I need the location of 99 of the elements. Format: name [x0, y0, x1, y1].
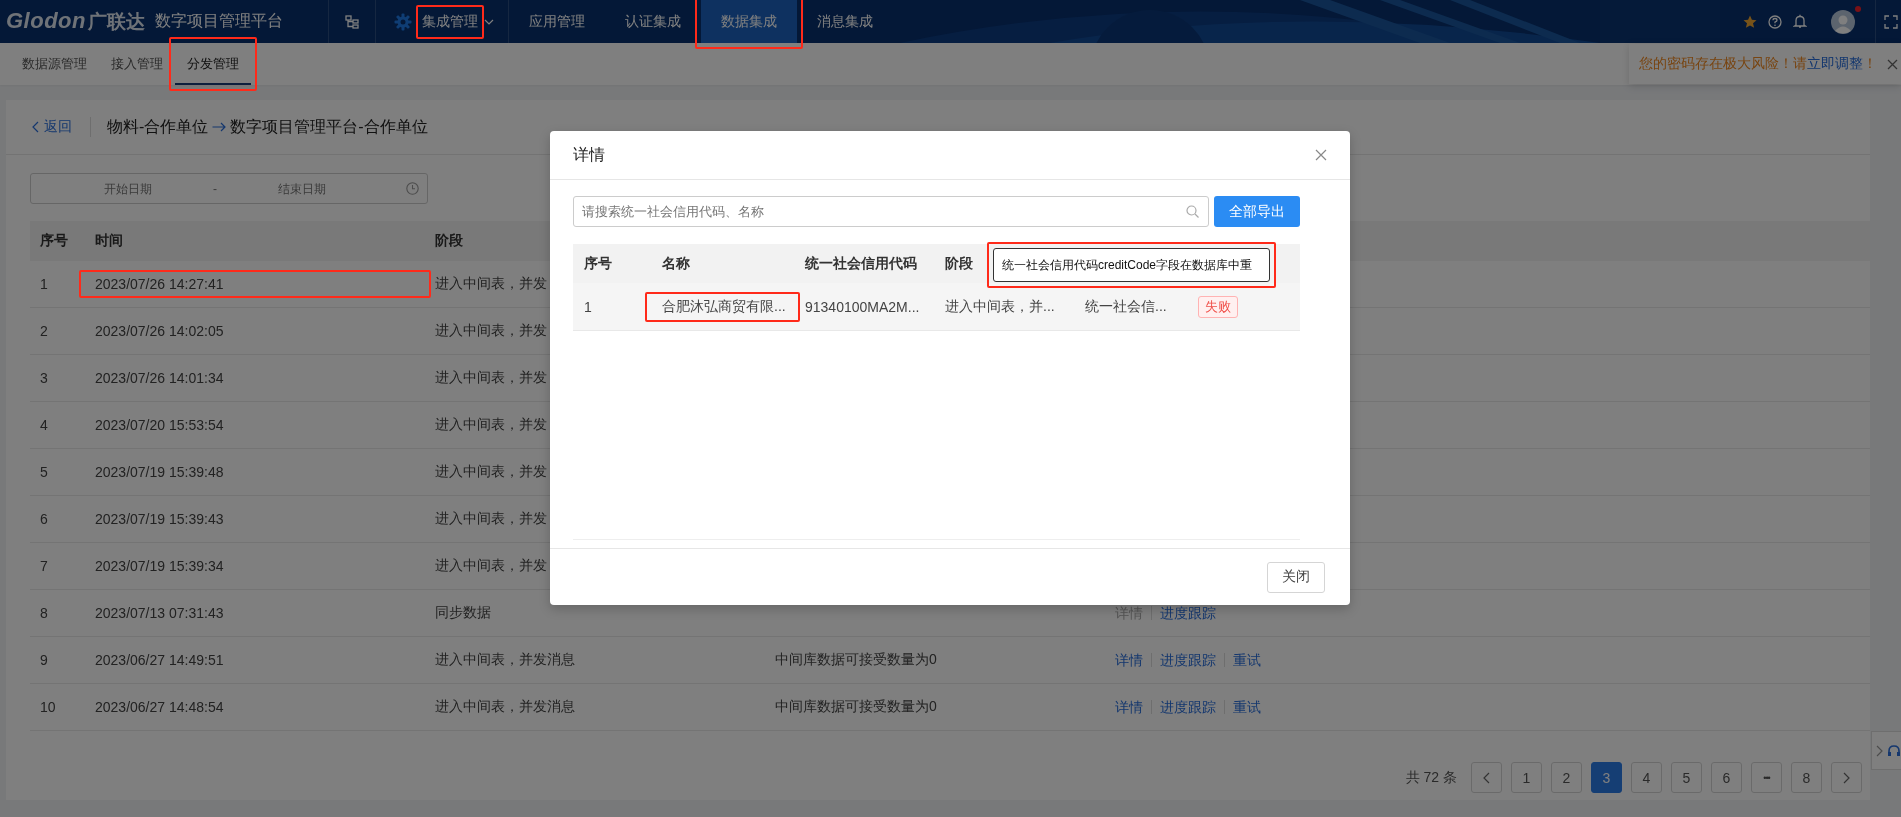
table-cell-text: 1: [39, 276, 49, 292]
table-cell-text: 进入中间表，并发: [434, 416, 548, 434]
table-cell-text: 中间库数据可接受数量为0: [774, 651, 938, 669]
action-link[interactable]: 进度跟踪: [1151, 653, 1224, 667]
warning-text: 您的密码存在极大风险！请立即调整！: [1639, 55, 1877, 73]
column-header: 时间: [94, 232, 124, 250]
chevron-right-icon: [1843, 771, 1850, 784]
table-cell-text: 3: [39, 370, 49, 386]
table-cell-text: 2023/07/26 14:27:41: [94, 276, 225, 292]
table-cell-text: 4: [39, 417, 49, 433]
status-tag: 失败: [1198, 295, 1238, 318]
table-cell-text: 2023/07/20 15:53:54: [94, 417, 225, 433]
sub-tab[interactable]: 数据源管理: [10, 43, 99, 85]
chevron-left-icon: [1483, 771, 1490, 784]
table-cell-text: 2023/06/27 14:48:54: [94, 699, 225, 715]
sub-tab[interactable]: 接入管理: [99, 43, 175, 85]
table-cell-text: 6: [39, 511, 49, 527]
table-cell-text: 91340100MA2M...: [804, 298, 921, 315]
table-cell-text: 中间库数据可接受数量为0: [774, 698, 938, 716]
end-date-input[interactable]: 结束日期: [225, 180, 379, 197]
page-button[interactable]: 2: [1551, 762, 1582, 793]
arrow-right-icon: [212, 122, 227, 132]
start-date-input[interactable]: 开始日期: [51, 180, 205, 197]
export-button[interactable]: 全部导出: [1214, 196, 1300, 227]
table-cell-text: 2023/07/26 14:02:05: [94, 323, 225, 339]
table-cell-text: 同步数据: [434, 604, 492, 622]
fullscreen-icon: [1884, 14, 1898, 29]
table-cell-text: 2: [39, 323, 49, 339]
column-header: 阶段: [434, 232, 464, 250]
table-cell-text: 2023/07/19 15:39:43: [94, 511, 225, 527]
column-header: 序号: [584, 254, 612, 271]
table-cell-text: 5: [39, 464, 49, 480]
table-cell-text: 进入中间表，并...: [944, 297, 1056, 316]
close-icon[interactable]: [1315, 149, 1327, 161]
action-link[interactable]: 进度跟踪: [1151, 700, 1224, 714]
table-cell-text: 2023/07/26 14:01:34: [94, 370, 225, 386]
table-cell-text: 进入中间表，并发消息: [434, 698, 576, 716]
avatar-icon: [1831, 9, 1855, 34]
chevron-right-icon: [1876, 744, 1883, 757]
back-link[interactable]: 返回: [32, 118, 72, 136]
action-link[interactable]: 详情: [1115, 653, 1151, 667]
star-icon: [1743, 14, 1757, 29]
action-link[interactable]: 详情: [1115, 700, 1151, 714]
table-cell-text: 进入中间表，并发: [434, 557, 548, 575]
table-cell-text: 进入中间表，并发: [434, 275, 548, 293]
logo: Glodon广联达: [6, 8, 145, 35]
bell-icon: [1793, 14, 1807, 29]
table-cell-text: 1: [583, 298, 593, 315]
page-button[interactable]: 1: [1511, 762, 1542, 793]
action-link[interactable]: 进度跟踪: [1151, 606, 1224, 620]
gear-icon: [394, 12, 412, 31]
action-link[interactable]: 重试: [1224, 653, 1269, 667]
table-cell-text: 进入中间表，并发: [434, 510, 548, 528]
table-cell-text: 10: [39, 699, 57, 715]
tooltip: 统一社会信用代码creditCode字段在数据库中重: [993, 248, 1270, 282]
table-cell-text: 进入中间表，并发: [434, 463, 548, 481]
search-field[interactable]: 请搜索统一社会信用代码、名称: [573, 196, 1209, 227]
column-header: 名称: [662, 254, 690, 271]
link[interactable]: 立即调整: [1807, 56, 1863, 71]
table-cell-text: 2023/07/19 15:39:48: [94, 464, 225, 480]
column-header: 阶段: [945, 254, 973, 271]
table-cell-text: 合肥沐弘商贸有限...: [661, 297, 787, 316]
table-cell-text: 9: [39, 652, 49, 668]
table-cell-text: 进入中间表，并发: [434, 369, 548, 387]
close-button[interactable]: 关闭: [1267, 561, 1325, 593]
page-button[interactable]: 8: [1791, 762, 1822, 793]
table-cell-text: 2023/06/27 14:49:51: [94, 652, 225, 668]
close-icon[interactable]: [1887, 58, 1898, 70]
page-title: 数字项目管理平台-合作单位: [230, 116, 428, 137]
table-cell-text: 2023/07/13 07:31:43: [94, 605, 225, 621]
headset-icon: [1887, 743, 1901, 758]
column-header: 统一社会信用代码: [805, 254, 917, 271]
table-cell-text: 统一社会信...: [1084, 297, 1168, 316]
dialog-title: 详情: [573, 144, 605, 165]
help-side-tab[interactable]: [1871, 731, 1901, 770]
table-cell-text: 进入中间表，并发消息: [434, 651, 576, 669]
date-range-field[interactable]: 开始日期 - 结束日期: [30, 173, 428, 204]
table-cell-text: 7: [39, 558, 49, 574]
app-title: 数字项目管理平台: [155, 11, 283, 31]
page-title: 物料-合作单位: [107, 116, 209, 137]
action-link[interactable]: 重试: [1224, 700, 1269, 714]
range-separator: -: [212, 181, 218, 196]
page-button[interactable]: 5: [1671, 762, 1702, 793]
clock-icon: [406, 182, 419, 195]
table-cell-text: 进入中间表，并发: [434, 322, 548, 340]
chevron-left-icon: [32, 121, 39, 133]
table-cell-text: 2023/07/19 15:39:34: [94, 558, 225, 574]
table-cell-text: 8: [39, 605, 49, 621]
page-button[interactable]: 6: [1711, 762, 1742, 793]
total-count: 共 72 条: [1405, 768, 1457, 787]
sub-tab[interactable]: 分发管理: [175, 43, 251, 85]
search-icon: [1186, 205, 1199, 218]
chevron-down-icon: [484, 18, 494, 25]
help-icon: [1768, 14, 1782, 29]
more-pages-button[interactable]: •••: [1751, 762, 1782, 793]
page-button[interactable]: 3: [1591, 762, 1622, 793]
page-button[interactable]: 4: [1631, 762, 1662, 793]
nav-tab[interactable]: 数据集成: [701, 0, 797, 43]
column-header: 序号: [39, 232, 69, 250]
